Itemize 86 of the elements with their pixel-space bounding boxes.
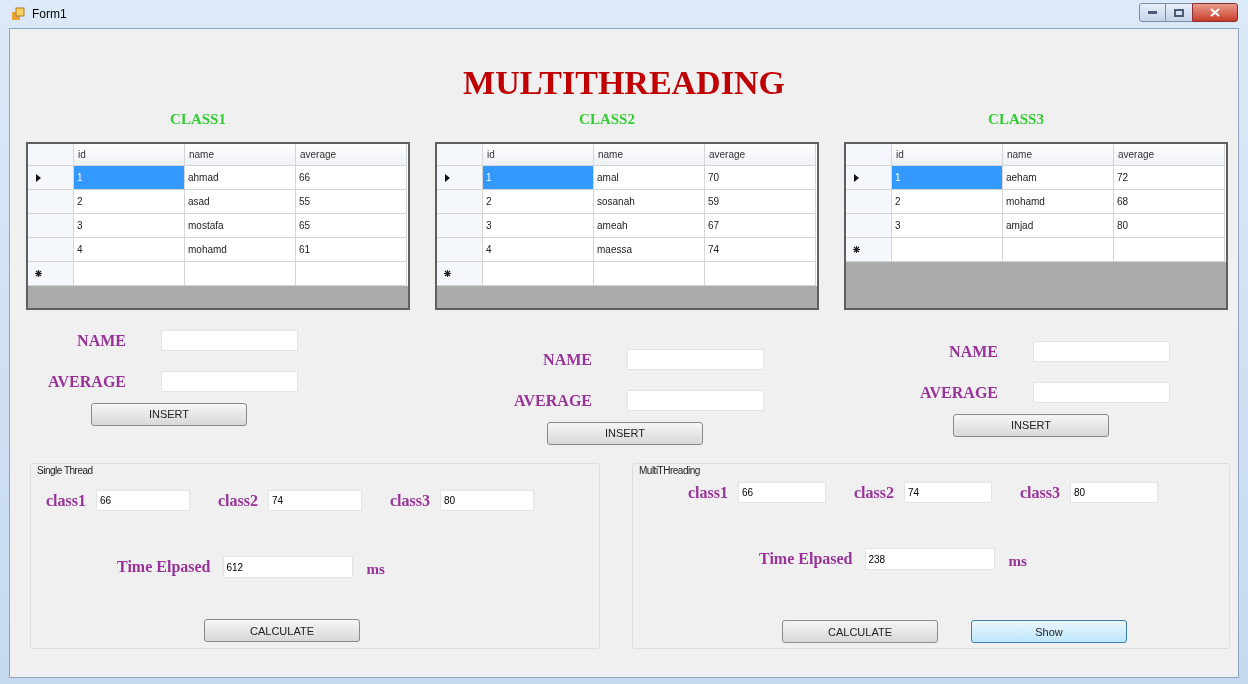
close-icon xyxy=(1210,8,1220,17)
maximize-button[interactable] xyxy=(1166,3,1192,22)
data-grid[interactable]: id name average 1 amal 70 2 sosanah 59 3 ameah 67 4 maessa 74 xyxy=(435,142,819,310)
result-label: class2 xyxy=(854,482,894,503)
text-field[interactable] xyxy=(161,330,298,351)
action-button[interactable]: CALCULATE xyxy=(204,619,360,643)
table-cell: 1 xyxy=(892,166,1003,190)
new-row-icon xyxy=(853,246,860,253)
row-header[interactable] xyxy=(28,262,74,286)
result-field[interactable]: 66 xyxy=(96,490,190,512)
result-label: class1 xyxy=(46,490,86,511)
table-cell[interactable] xyxy=(185,262,296,286)
form-heading: MULTITHREADING xyxy=(463,63,785,103)
table-cell[interactable] xyxy=(296,262,407,286)
column-header[interactable]: average xyxy=(1114,144,1225,166)
current-row-icon xyxy=(445,173,450,182)
result-field[interactable]: 80 xyxy=(1070,482,1158,504)
result-label: class3 xyxy=(1020,482,1060,503)
text-field[interactable] xyxy=(627,349,764,370)
minimize-button[interactable] xyxy=(1139,3,1166,22)
text-field[interactable] xyxy=(161,371,298,392)
field-label: AVERAGE xyxy=(48,371,126,392)
column-header[interactable]: name xyxy=(185,144,296,166)
unit-label: ms xyxy=(366,559,385,579)
app-icon xyxy=(10,6,26,22)
grid-corner-header xyxy=(437,144,483,166)
table-cell[interactable] xyxy=(1114,238,1225,262)
new-row-icon xyxy=(444,270,451,277)
field-label: AVERAGE xyxy=(920,382,998,403)
result-field[interactable]: 74 xyxy=(904,482,992,504)
table-cell[interactable] xyxy=(74,262,185,286)
new-row-icon xyxy=(35,270,42,277)
result-field[interactable]: 66 xyxy=(738,482,826,504)
table-cell[interactable] xyxy=(1003,238,1114,262)
table-cell[interactable] xyxy=(483,262,594,286)
field-label: NAME xyxy=(543,349,592,370)
result-label: class1 xyxy=(688,482,728,503)
action-button[interactable]: Show xyxy=(971,620,1127,644)
table-cell[interactable] xyxy=(705,262,816,286)
table-cell[interactable] xyxy=(892,238,1003,262)
class-title: CLASS2 xyxy=(579,110,635,129)
current-row-icon xyxy=(36,173,41,182)
maximize-icon xyxy=(1174,8,1184,17)
table-cell: 1 xyxy=(74,166,185,190)
result-field[interactable]: 74 xyxy=(268,490,362,512)
column-header[interactable]: name xyxy=(1003,144,1114,166)
field-label: NAME xyxy=(77,330,126,351)
table-cell[interactable] xyxy=(594,262,705,286)
action-button[interactable]: CALCULATE xyxy=(782,620,938,644)
column-header[interactable]: average xyxy=(296,144,407,166)
minimize-icon xyxy=(1148,11,1157,14)
data-grid[interactable]: id name average 1 aeham 72 2 mohamd 68 3 amjad 80 xyxy=(844,142,1228,310)
column-header[interactable]: id xyxy=(74,144,185,166)
time-label: Time Elpased xyxy=(759,549,853,570)
result-label: class3 xyxy=(390,490,430,511)
insert-button[interactable]: INSERT xyxy=(91,402,247,426)
column-header[interactable]: id xyxy=(483,144,594,166)
text-field[interactable] xyxy=(1033,341,1170,362)
class-title: CLASS3 xyxy=(988,110,1044,129)
text-field[interactable] xyxy=(1033,382,1170,403)
field-label: AVERAGE xyxy=(514,390,592,411)
row-header[interactable] xyxy=(846,238,892,262)
result-field[interactable]: 80 xyxy=(440,490,534,512)
grid-corner-header xyxy=(28,144,74,166)
current-row-icon xyxy=(854,173,859,182)
time-field[interactable]: 238 xyxy=(864,548,995,570)
row-header[interactable] xyxy=(437,262,483,286)
insert-button[interactable]: INSERT xyxy=(547,421,703,445)
column-header[interactable]: name xyxy=(594,144,705,166)
table-cell: 1 xyxy=(483,166,594,190)
insert-button[interactable]: INSERT xyxy=(953,413,1109,437)
text-field[interactable] xyxy=(627,390,764,411)
group-title: MultiTHreading xyxy=(639,464,702,476)
grid-corner-header xyxy=(846,144,892,166)
class-title: CLASS1 xyxy=(170,110,226,129)
result-label: class2 xyxy=(218,490,258,511)
time-label: Time Elpased xyxy=(117,557,211,578)
unit-label: ms xyxy=(1008,551,1027,571)
field-label: NAME xyxy=(949,341,998,362)
column-header[interactable]: id xyxy=(892,144,1003,166)
group-title: Single Thread xyxy=(37,464,95,476)
data-grid[interactable]: id name average 1 ahmad 66 2 asad 55 3 mostafa 65 4 mohamd 61 xyxy=(26,142,410,310)
time-field[interactable]: 612 xyxy=(222,556,353,578)
column-header[interactable]: average xyxy=(705,144,816,166)
close-button[interactable] xyxy=(1192,3,1238,22)
window-title: Form1 xyxy=(32,6,67,23)
